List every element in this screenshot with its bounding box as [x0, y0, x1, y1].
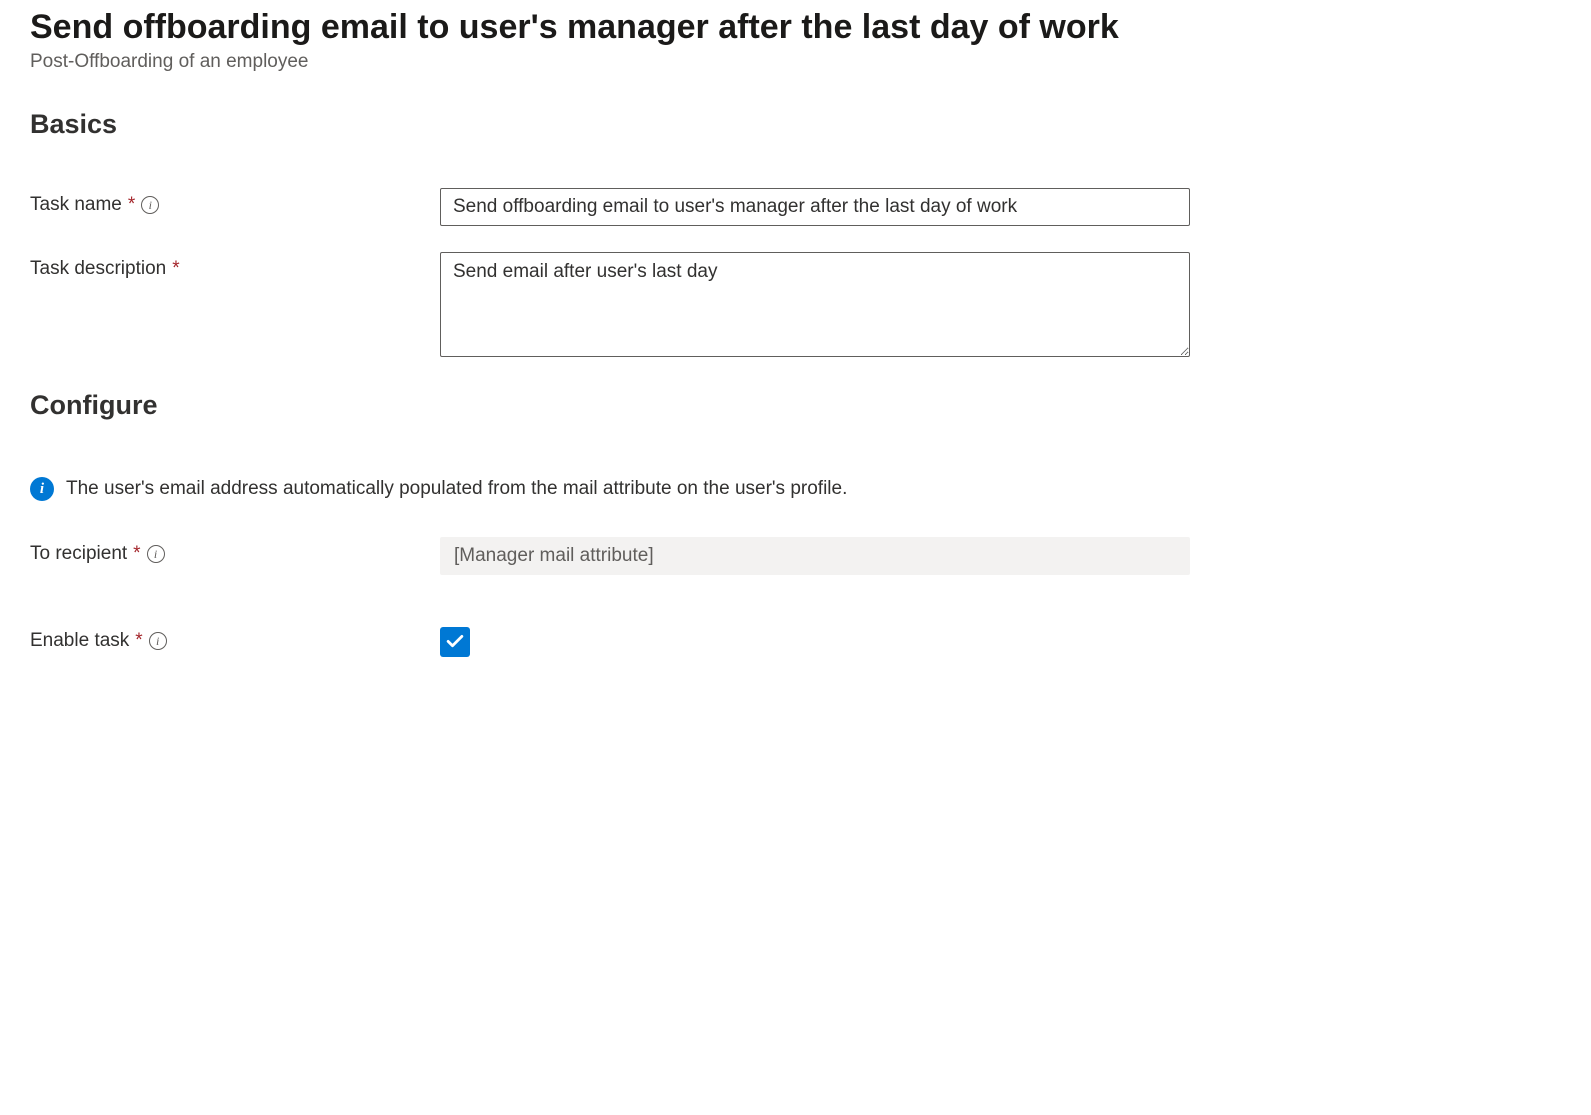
task-name-input[interactable]: [440, 188, 1190, 226]
section-heading-basics: Basics: [30, 109, 1561, 140]
info-icon[interactable]: i: [141, 196, 159, 214]
to-recipient-label-cell: To recipient * i: [30, 537, 440, 565]
to-recipient-input-cell: [Manager mail attribute]: [440, 537, 1190, 575]
info-icon[interactable]: i: [149, 632, 167, 650]
task-description-input-cell: [440, 252, 1190, 362]
form-row-to-recipient: To recipient * i [Manager mail attribute…: [30, 537, 1561, 575]
section-heading-configure: Configure: [30, 390, 1561, 421]
task-name-label: Task name: [30, 194, 122, 216]
required-asterisk: *: [135, 630, 142, 652]
page-subtitle: Post-Offboarding of an employee: [30, 51, 1561, 73]
form-row-enable-task: Enable task * i: [30, 627, 1561, 657]
info-banner-icon: i: [30, 477, 54, 501]
checkmark-icon: [445, 632, 465, 652]
info-banner: i The user's email address automatically…: [30, 477, 1561, 501]
to-recipient-readonly: [Manager mail attribute]: [440, 537, 1190, 575]
task-name-input-cell: [440, 188, 1190, 226]
info-banner-text: The user's email address automatically p…: [66, 478, 847, 500]
form-row-task-description: Task description *: [30, 252, 1561, 362]
enable-task-label: Enable task: [30, 630, 129, 652]
task-name-label-cell: Task name * i: [30, 188, 440, 216]
page-title: Send offboarding email to user's manager…: [30, 8, 1561, 47]
form-row-task-name: Task name * i: [30, 188, 1561, 226]
to-recipient-label: To recipient: [30, 543, 127, 565]
enable-task-checkbox[interactable]: [440, 627, 470, 657]
task-description-label: Task description: [30, 258, 166, 280]
task-description-label-cell: Task description *: [30, 252, 440, 280]
required-asterisk: *: [133, 543, 140, 565]
required-asterisk: *: [172, 258, 179, 280]
enable-task-label-cell: Enable task * i: [30, 627, 440, 652]
info-icon[interactable]: i: [147, 545, 165, 563]
task-description-input[interactable]: [440, 252, 1190, 357]
enable-task-input-cell: [440, 627, 470, 657]
required-asterisk: *: [128, 194, 135, 216]
